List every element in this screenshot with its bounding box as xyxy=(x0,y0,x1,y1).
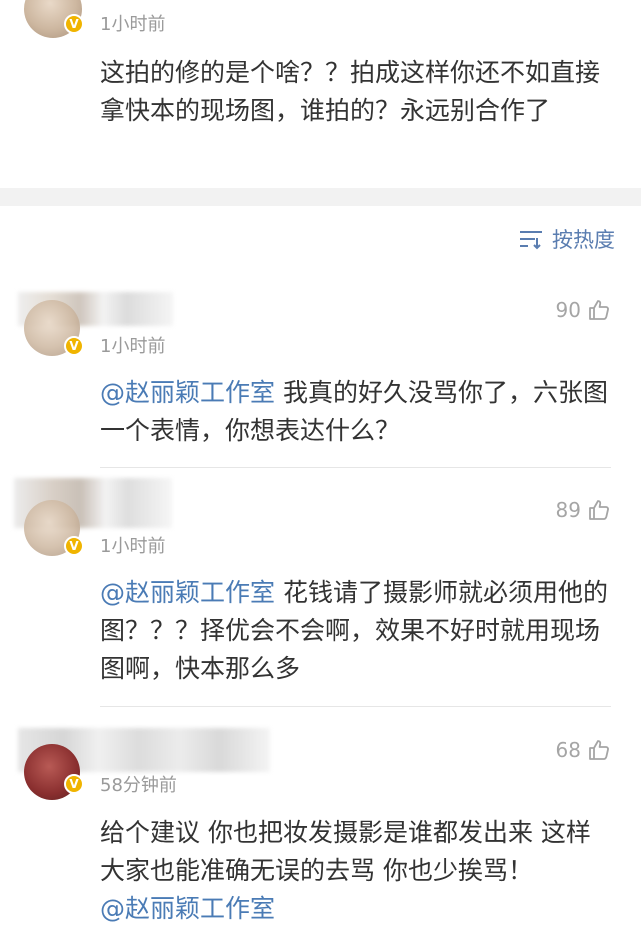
sort-lines-icon xyxy=(520,231,542,250)
top-comment: V 1小时前 这拍的修的是个啥？？拍成这样你还不如直接拿快本的现场图，谁拍的？永… xyxy=(0,0,641,188)
like-count: 90 xyxy=(555,298,581,322)
verified-badge-icon: V xyxy=(64,14,84,34)
verified-badge-icon: V xyxy=(64,336,84,356)
like-button[interactable]: 89 xyxy=(556,498,611,522)
comment-text: @赵丽颖工作室 花钱请了摄影师就必须用他的图？？？择优会不会啊，效果不好时就用现… xyxy=(100,578,608,683)
comment-text: 给个建议 你也把妆发摄影是谁都发出来 这样大家也能准确无误的去骂 你也少挨骂！ @… xyxy=(100,818,591,923)
mention-link[interactable]: @赵丽颖工作室 xyxy=(100,378,275,407)
mention-link[interactable]: @赵丽颖工作室 xyxy=(100,578,275,607)
comment-text: @赵丽颖工作室 我真的好久没骂你了，六张图一个表情，你想表达什么？ xyxy=(100,378,608,445)
divider xyxy=(100,706,611,707)
thumbs-up-icon xyxy=(589,300,609,320)
comment-time: 1小时前 xyxy=(100,336,166,357)
verified-badge-icon: V xyxy=(64,536,84,556)
comment-time: 1小时前 xyxy=(100,536,166,557)
like-button[interactable]: 90 xyxy=(556,298,611,322)
like-count: 89 xyxy=(555,498,581,522)
mention-link[interactable]: @赵丽颖工作室 xyxy=(100,894,275,923)
comment-time: 58分钟前 xyxy=(100,775,177,796)
thumbs-up-icon xyxy=(589,500,609,520)
like-count: 68 xyxy=(555,738,581,762)
thumbs-up-icon xyxy=(589,740,609,760)
comment-text: 这拍的修的是个啥？？拍成这样你还不如直接拿快本的现场图，谁拍的？永远别合作了 xyxy=(100,58,601,125)
comment-time: 1小时前 xyxy=(100,14,166,35)
sort-by-hot-button[interactable]: 按热度 xyxy=(518,224,615,254)
verified-badge-icon: V xyxy=(64,774,84,794)
section-divider xyxy=(0,188,641,206)
like-button[interactable]: 68 xyxy=(556,738,611,762)
divider xyxy=(100,467,611,468)
sort-label: 按热度 xyxy=(552,228,615,252)
